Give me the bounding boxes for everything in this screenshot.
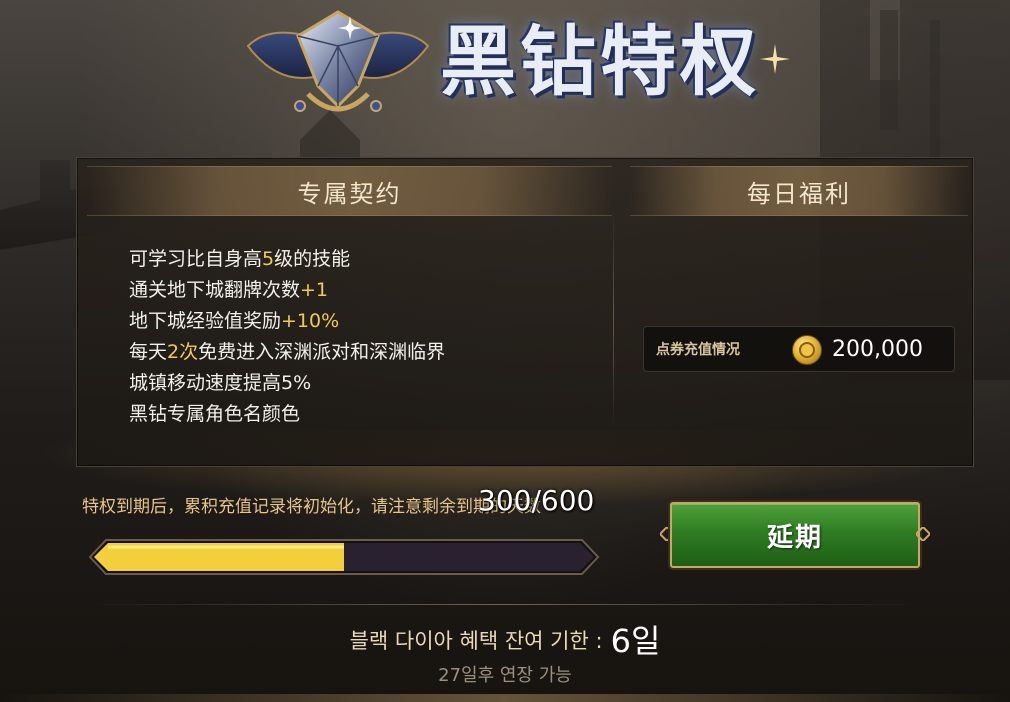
exclusive-contract-header: 专属契约 [87,166,612,216]
extend-availability-note: 27일후 연장 가능 [438,665,572,686]
expiry-label: 블랙 다이아 혜택 잔여 기한 : [349,629,603,653]
black-diamond-emblem-icon [246,10,430,112]
extend-button-frame: 延期 [660,497,930,573]
perk-item: 每天2次免费进入深渊派对和深渊临界 [129,341,446,363]
perk-item: 黑钻专属角色名颜色 [129,403,301,425]
perk-list: 可学习比自身高5级的技能 通关地下城翻牌次数+1 地下城经验值奖励+10% 每天… [129,244,599,430]
recharge-progress-bar [88,539,600,575]
bottom-border [0,694,1010,702]
expiry-days: 6일 [610,622,661,660]
sparkle-icon [760,44,790,74]
page-title: 黑钻特权 [440,17,760,106]
recharge-value: 200,000 [832,337,923,362]
privilege-panel: 专属契约 每日福利 可学习比自身高5级的技能 通关地下城翻牌次数+1 地下城经验… [76,157,974,467]
expiry-notice: 特权到期后，累积充值记录将初始化，请注意剩余到期的天数 [82,497,541,517]
extend-button[interactable]: 延期 [670,502,920,568]
expiry-info: 블랙 다이아 혜택 잔여 기한 : 6일 [0,616,1010,662]
daily-benefit-header: 每日福利 [630,166,968,216]
perk-item: 通关地下城翻牌次数+1 [129,279,329,301]
column-divider [613,208,614,428]
separator [86,604,922,605]
perk-item: 地下城经验值奖励+10% [129,310,340,332]
progress-text: 300/600 [478,484,595,517]
recharge-status-box: 点券充值情况 200,000 [643,326,955,372]
diamond-deco-icon [916,527,930,541]
perk-item: 城镇移动速度提高5% [129,372,312,394]
perk-item: 可学习比自身高5级的技能 [129,248,351,270]
recharge-label: 点券充值情况 [656,342,740,358]
coupon-coin-icon [792,335,822,365]
